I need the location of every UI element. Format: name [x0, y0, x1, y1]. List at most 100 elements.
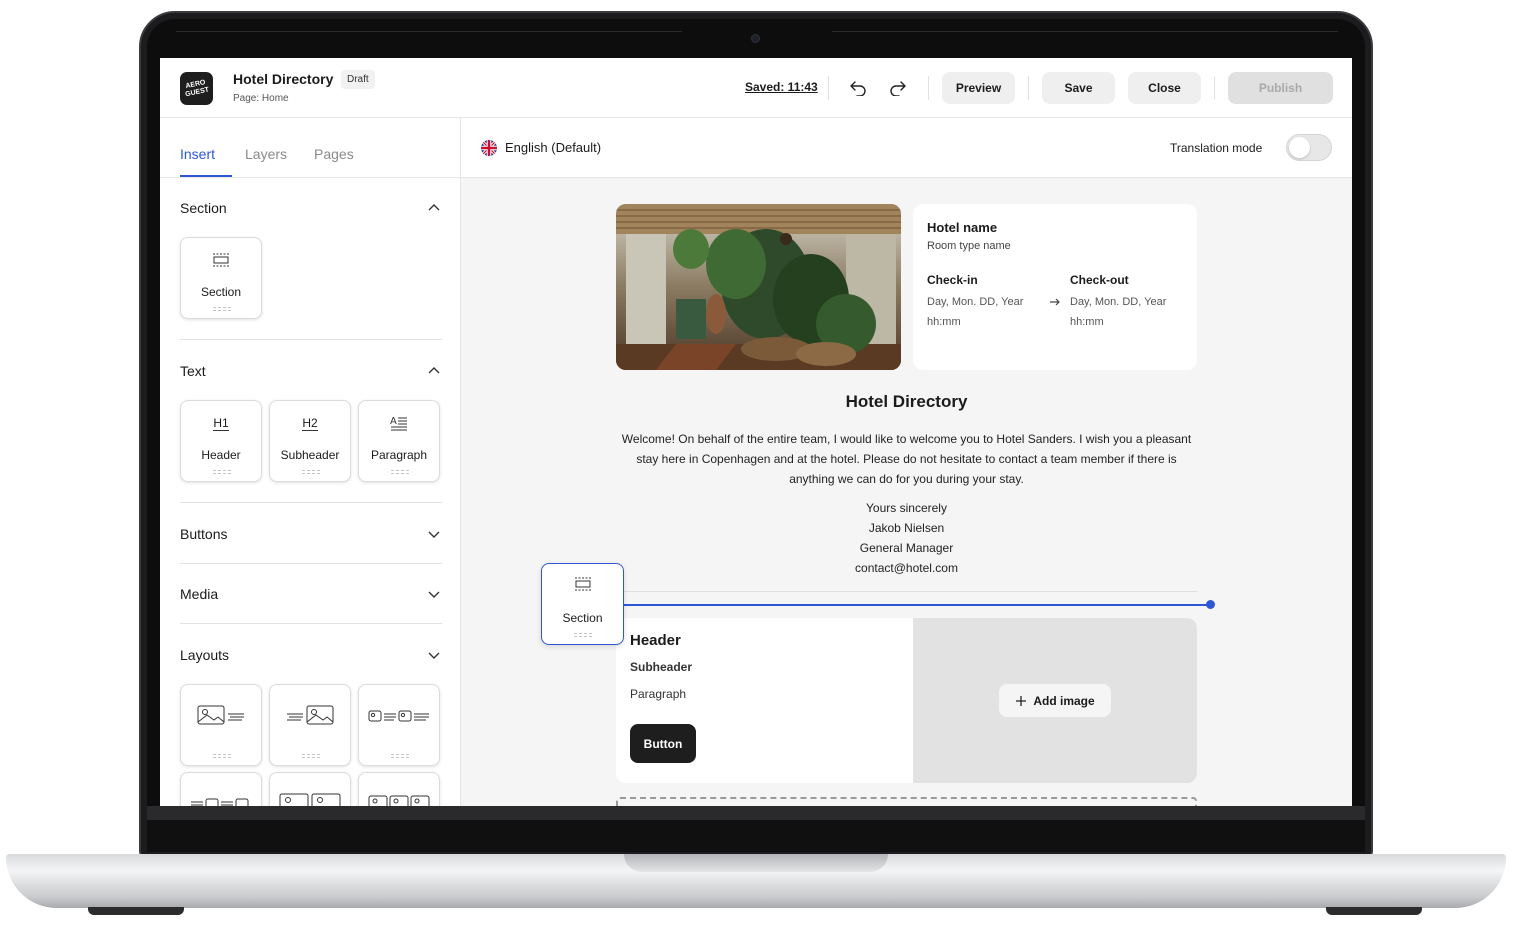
- sidebar-tabs: Insert Layers Pages: [160, 118, 460, 178]
- dragging-section-tile[interactable]: Section: [541, 563, 624, 645]
- chevron-up-icon: [428, 367, 440, 374]
- section-icon: [542, 577, 623, 595]
- drop-indicator-line: [623, 604, 1211, 606]
- group-title: Text: [180, 363, 206, 379]
- divider: [828, 76, 829, 100]
- section-subheader[interactable]: Subheader: [630, 660, 692, 674]
- checkout-label: Check-out: [1070, 273, 1129, 287]
- tile-label: Header: [201, 448, 241, 462]
- tile-label: Paragraph: [370, 448, 428, 462]
- h1-icon-text: H1: [213, 415, 229, 431]
- language-selector[interactable]: English (Default): [505, 140, 601, 155]
- section-cta-button[interactable]: Button: [630, 724, 696, 763]
- drag-handle-icon: [574, 633, 592, 637]
- brand-logo[interactable]: AERO GUEST: [180, 72, 213, 105]
- laptop-foot: [88, 907, 184, 915]
- toggle-knob: [1289, 137, 1310, 158]
- group-title: Buttons: [180, 526, 228, 542]
- divider: [180, 623, 442, 624]
- drag-handle-icon: [213, 470, 231, 474]
- tile-label: Subheader: [280, 448, 340, 462]
- hotel-lobby-image[interactable]: [616, 204, 901, 370]
- group-title: Layouts: [180, 647, 230, 663]
- tile-label: Section: [562, 611, 603, 625]
- layout-text-image-icon: [270, 705, 350, 727]
- drag-handle-icon: [213, 754, 231, 758]
- room-type: Room type name: [927, 240, 1011, 252]
- section-paragraph[interactable]: Paragraph: [630, 687, 686, 701]
- translation-mode-label: Translation mode: [1170, 141, 1263, 155]
- section-icon: [181, 251, 261, 269]
- insert-subheader-tile[interactable]: H2 Subheader: [269, 400, 351, 482]
- top-bar: AERO GUEST Hotel Directory Draft Page: H…: [160, 58, 1352, 118]
- checkin-label: Check-in: [927, 273, 978, 287]
- signature-name[interactable]: Jakob Nielsen: [616, 521, 1197, 535]
- layout-tile[interactable]: [269, 772, 351, 806]
- insert-header-tile[interactable]: H1 Header: [180, 400, 262, 482]
- brand-logo-text: AERO GUEST: [184, 78, 210, 98]
- add-image-label: Add image: [1033, 693, 1095, 708]
- group-buttons-header[interactable]: Buttons: [180, 524, 442, 544]
- redo-button[interactable]: [886, 76, 910, 100]
- layout-two-images-icon: [270, 793, 350, 806]
- group-title: Media: [180, 586, 219, 602]
- divider: [180, 563, 442, 564]
- signature-email[interactable]: contact@hotel.com: [616, 561, 1197, 575]
- signature-closing[interactable]: Yours sincerely: [616, 501, 1197, 515]
- directory-title[interactable]: Hotel Directory: [616, 392, 1197, 412]
- checkin-time: hh:mm: [927, 316, 961, 328]
- checkin-value: Day, Mon. DD, Year hh:mm: [927, 292, 1047, 332]
- save-button[interactable]: Save: [1042, 72, 1115, 104]
- chevron-down-icon: [428, 591, 440, 598]
- language-bar: English (Default) Translation mode: [461, 118, 1352, 178]
- layout-tile[interactable]: [180, 772, 262, 806]
- drag-handle-icon: [302, 754, 320, 758]
- group-text-header[interactable]: Text: [180, 361, 442, 381]
- laptop-base-notch: [624, 854, 888, 872]
- arrow-right-icon: [1050, 298, 1060, 306]
- bezel-line: [832, 31, 1338, 32]
- drop-indicator-dot: [1206, 600, 1215, 609]
- publish-button[interactable]: Publish: [1228, 72, 1333, 104]
- group-layouts-header[interactable]: Layouts: [180, 645, 442, 665]
- checkout-value: Day, Mon. DD, Year hh:mm: [1070, 292, 1190, 332]
- camera-icon: [751, 34, 760, 43]
- drag-handle-icon: [302, 470, 320, 474]
- welcome-paragraph[interactable]: Welcome! On behalf of the entire team, I…: [616, 429, 1197, 489]
- insert-section-tile[interactable]: Section: [180, 237, 262, 319]
- section-header[interactable]: Header: [630, 632, 681, 649]
- saved-status-link[interactable]: Saved: 11:43: [745, 80, 818, 94]
- h1-icon: H1: [181, 414, 261, 432]
- image-placeholder: Add image: [913, 618, 1197, 783]
- booking-card[interactable]: Hotel name Room type name Check-in Check…: [913, 204, 1197, 370]
- tab-layers[interactable]: Layers: [245, 146, 287, 162]
- layout-image-left-tile[interactable]: [180, 684, 262, 766]
- active-tab-indicator: [180, 175, 232, 177]
- app-screen: AERO GUEST Hotel Directory Draft Page: H…: [160, 58, 1352, 806]
- divider: [1214, 76, 1215, 100]
- layout-image-right-tile[interactable]: [269, 684, 351, 766]
- chevron-down-icon: [428, 531, 440, 538]
- group-media-header[interactable]: Media: [180, 584, 442, 604]
- redo-icon: [890, 81, 906, 96]
- paragraph-icon: A: [359, 414, 439, 432]
- group-section-header[interactable]: Section: [180, 198, 442, 218]
- drag-handle-icon: [391, 470, 409, 474]
- signature-role[interactable]: General Manager: [616, 541, 1197, 555]
- add-image-button[interactable]: Add image: [999, 684, 1111, 717]
- h2-icon-text: H2: [302, 415, 318, 431]
- preview-button[interactable]: Preview: [942, 72, 1015, 104]
- divider: [928, 76, 929, 100]
- translation-mode-toggle[interactable]: [1286, 134, 1332, 161]
- tab-pages[interactable]: Pages: [314, 146, 354, 162]
- layout-tile[interactable]: [358, 772, 440, 806]
- insert-sidebar: Insert Layers Pages Section Section Text…: [160, 118, 461, 806]
- new-section-block[interactable]: Header Subheader Paragraph Button Add im…: [616, 618, 1197, 783]
- layout-text-images-icon: [181, 793, 261, 806]
- undo-button[interactable]: [846, 76, 870, 100]
- layout-two-images-tile[interactable]: [358, 684, 440, 766]
- insert-paragraph-tile[interactable]: A Paragraph: [358, 400, 440, 482]
- section-separator: [623, 591, 1197, 592]
- tab-insert[interactable]: Insert: [180, 146, 215, 162]
- close-button[interactable]: Close: [1128, 72, 1201, 104]
